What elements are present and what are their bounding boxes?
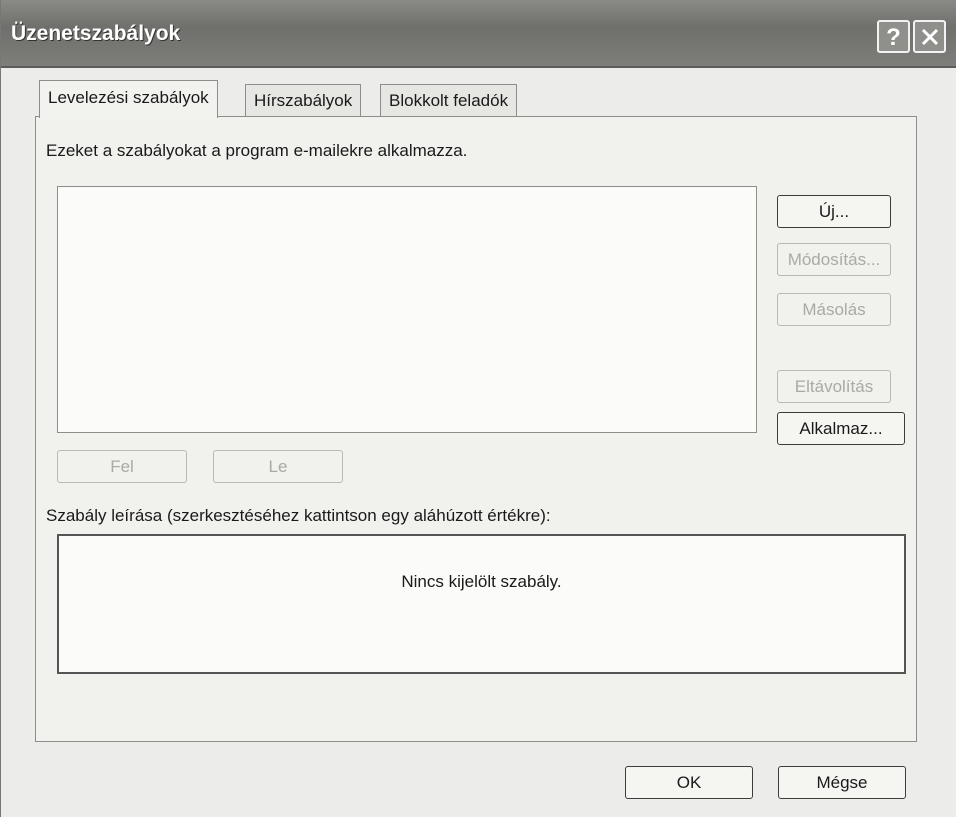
close-button[interactable] (913, 20, 946, 53)
tab-panel: Ezeket a szabályokat a program e-mailekr… (35, 116, 917, 742)
rules-list[interactable] (57, 186, 757, 433)
move-down-button[interactable]: Le (213, 450, 343, 483)
help-button[interactable]: ? (877, 20, 910, 53)
copy-rule-button[interactable]: Másolás (777, 293, 891, 326)
tab-mail-rules[interactable]: Levelezési szabályok (39, 80, 218, 118)
intro-text: Ezeket a szabályokat a program e-mailekr… (46, 141, 468, 160)
modify-rule-button[interactable]: Módosítás... (777, 243, 891, 276)
rules-dialog: Üzenetszabályok ? Levelezési szabályok H… (0, 0, 956, 817)
ok-button[interactable]: OK (625, 766, 753, 799)
rule-description-text: Nincs kijelölt szabály. (401, 572, 562, 591)
rule-description-box[interactable]: Nincs kijelölt szabály. (57, 534, 906, 674)
dialog-title: Üzenetszabályok (11, 22, 181, 45)
tab-blocked-senders[interactable]: Blokkolt feladók (380, 84, 518, 116)
cancel-button[interactable]: Mégse (778, 766, 906, 799)
new-rule-button[interactable]: Új... (777, 195, 891, 228)
dialog-footer: OK Mégse (1, 742, 956, 817)
move-up-button[interactable]: Fel (57, 450, 187, 483)
apply-rules-button[interactable]: Alkalmaz... (777, 412, 905, 445)
title-bar[interactable]: Üzenetszabályok ? (1, 0, 956, 68)
help-icon: ? (886, 24, 901, 51)
rule-description-label: Szabály leírása (szerkesztéséhez kattint… (46, 506, 551, 525)
remove-rule-button[interactable]: Eltávolítás (777, 370, 891, 403)
close-icon (921, 28, 939, 46)
tab-news-rules[interactable]: Hírszabályok (245, 84, 362, 116)
